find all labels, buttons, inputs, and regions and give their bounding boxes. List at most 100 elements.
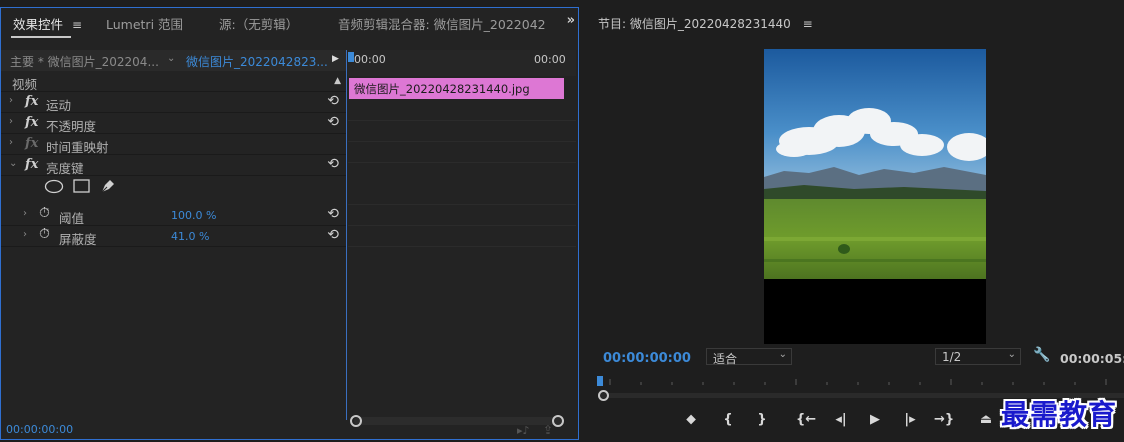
wrench-icon[interactable]: 🔧 xyxy=(1033,347,1050,363)
effect-row-luma-key[interactable]: ⌄ fx 亮度键 ⟲ xyxy=(1,155,347,176)
sequence-clip-label[interactable]: 微信图片_2022042823... xyxy=(186,53,328,70)
pen-mask-icon[interactable] xyxy=(99,178,116,195)
chevron-down-icon[interactable]: ⌄ xyxy=(9,158,17,169)
reset-icon[interactable]: ⟲ xyxy=(327,93,339,109)
mark-out-icon[interactable]: } xyxy=(752,412,772,427)
left-tab-bar: 效果控件 ≡ Lumetri 范围 源:（无剪辑） 音频剪辑混合器: 微信图片_… xyxy=(1,8,578,48)
effect-row-opacity[interactable]: › fx 不透明度 ⟲ xyxy=(1,113,347,134)
go-to-in-icon[interactable]: {← xyxy=(796,412,816,427)
effect-controls-panel: 效果控件 ≡ Lumetri 范围 源:（无剪辑） 音频剪辑混合器: 微信图片_… xyxy=(0,7,579,440)
program-title-label: 节目: 微信图片_20220428231440 xyxy=(598,17,791,31)
play-triangle-icon[interactable]: ▶ xyxy=(332,54,339,64)
chevron-right-icon[interactable]: › xyxy=(23,229,27,240)
track-divider xyxy=(348,162,576,163)
fx-icon: fx xyxy=(25,136,39,151)
tab-source[interactable]: 源:（无剪辑） xyxy=(219,14,298,33)
landscape-image xyxy=(764,49,986,344)
mark-in-icon[interactable]: { xyxy=(718,412,738,427)
fx-icon[interactable]: fx xyxy=(25,157,38,172)
effect-label: 亮度键 xyxy=(46,161,84,176)
panel-menu-icon[interactable]: ≡ xyxy=(72,18,82,32)
collapse-up-icon[interactable]: ▲ xyxy=(334,76,341,86)
reset-icon[interactable]: ⟲ xyxy=(327,206,339,222)
property-value[interactable]: 100.0 % xyxy=(171,209,216,222)
track-divider xyxy=(348,141,576,142)
video-section-header: 视频 ▲ xyxy=(1,71,347,92)
effect-controls-list: 主要 * 微信图片_202204... ⌄ 微信图片_2022042823...… xyxy=(1,50,347,430)
effect-label: 运动 xyxy=(46,98,72,113)
stopwatch-icon[interactable]: ⏱ xyxy=(39,205,50,221)
play-icon[interactable]: ▶ xyxy=(865,412,885,427)
reset-icon[interactable]: ⟲ xyxy=(327,156,339,172)
reset-icon[interactable]: ⟲ xyxy=(327,227,339,243)
chevron-down-icon[interactable]: ⌄ xyxy=(167,53,175,64)
zoom-handle-left[interactable] xyxy=(598,390,609,401)
timeline-zoom-scrollbar[interactable] xyxy=(354,417,564,425)
zoom-handle-right[interactable] xyxy=(552,415,564,427)
property-row-threshold[interactable]: › ⏱ 阈值 100.0 % ⟲ xyxy=(1,205,347,226)
property-row-cutoff[interactable]: › ⏱ 屏蔽度 41.0 % ⟲ xyxy=(1,226,347,247)
effect-label: 时间重映射 xyxy=(46,140,109,155)
reset-icon[interactable]: ⟲ xyxy=(327,114,339,130)
tab-audio-clip-mixer[interactable]: 音频剪辑混合器: 微信图片_2022042 xyxy=(338,14,546,33)
tab-effect-controls-label: 效果控件 xyxy=(13,17,64,32)
zoom-handle-left[interactable] xyxy=(350,415,362,427)
chevron-down-icon: ⌄ xyxy=(1007,349,1016,360)
filter-audio-icon[interactable]: ▸♪ xyxy=(517,424,530,437)
zoom-level-value: 适合 xyxy=(713,352,738,366)
master-clip-label[interactable]: 主要 * 微信图片_202204... xyxy=(10,53,159,70)
video-frame xyxy=(764,49,986,344)
video-section-label: 视频 xyxy=(12,77,38,92)
playhead-marker[interactable] xyxy=(597,376,603,386)
active-tab-indicator xyxy=(11,36,71,38)
track-divider xyxy=(348,120,576,121)
rectangle-mask-icon[interactable] xyxy=(73,179,90,194)
track-divider xyxy=(348,246,576,247)
track-divider xyxy=(348,204,576,205)
add-marker-icon[interactable]: ⬥ xyxy=(681,412,701,427)
program-monitor-title: 节目: 微信图片_20220428231440 ≡ xyxy=(598,15,813,32)
stopwatch-icon[interactable]: ⏱ xyxy=(39,226,50,242)
overflow-chevron-icon[interactable]: » xyxy=(567,13,575,28)
export-icon[interactable]: ⇪ xyxy=(543,423,553,437)
step-forward-icon[interactable]: |▸ xyxy=(900,412,920,427)
time-ruler[interactable]: 00:00 00:00 xyxy=(348,50,576,76)
resolution-value: 1/2 xyxy=(942,350,962,364)
tab-effect-controls[interactable]: 效果控件 ≡ xyxy=(13,14,82,33)
go-to-out-icon[interactable]: →} xyxy=(934,412,954,427)
mask-tools-row xyxy=(1,176,347,200)
program-monitor: 节目: 微信图片_20220428231440 ≡ 00:00:00:00 适合… xyxy=(584,7,1124,442)
effect-label: 不透明度 xyxy=(46,119,97,134)
clip-bar[interactable]: 微信图片_20220428231440.jpg xyxy=(349,78,564,99)
fx-icon[interactable]: fx xyxy=(25,94,38,109)
clip-bar-label: 微信图片_20220428231440.jpg xyxy=(354,82,530,96)
effect-row-motion[interactable]: › fx 运动 ⟲ xyxy=(1,92,347,113)
source-row: 主要 * 微信图片_202204... ⌄ 微信图片_2022042823...… xyxy=(1,50,347,71)
property-value[interactable]: 41.0 % xyxy=(171,230,209,243)
resolution-dropdown[interactable]: 1/2 ⌄ xyxy=(935,348,1021,365)
property-label: 屏蔽度 xyxy=(59,232,97,247)
chevron-down-icon: ⌄ xyxy=(778,349,787,360)
effect-timeline: 00:00 00:00 微信图片_20220428231440.jpg xyxy=(348,50,576,427)
chevron-right-icon[interactable]: › xyxy=(9,116,13,127)
playhead-line xyxy=(346,50,347,420)
effect-row-time-remap[interactable]: › fx 时间重映射 xyxy=(1,134,347,155)
tab-lumetri-scopes[interactable]: Lumetri 范围 xyxy=(106,14,183,33)
track-divider xyxy=(348,225,576,226)
timeline-end-time: 00:00 xyxy=(534,53,566,66)
fx-icon[interactable]: fx xyxy=(25,115,38,130)
chevron-right-icon[interactable]: › xyxy=(23,208,27,219)
watermark-logo: 最需教育 xyxy=(1001,398,1118,431)
timeline-start-time: 00:00 xyxy=(354,53,386,66)
chevron-right-icon[interactable]: › xyxy=(9,137,13,148)
playhead-timecode[interactable]: 00:00:00:00 xyxy=(603,351,691,366)
chevron-right-icon[interactable]: › xyxy=(9,95,13,106)
duration-timecode: 00:00:05:0 xyxy=(1060,351,1124,366)
ellipse-mask-icon[interactable] xyxy=(44,179,64,194)
current-timecode[interactable]: 00:00:00:00 xyxy=(6,423,73,436)
lift-icon[interactable]: ⏏ xyxy=(976,412,996,427)
panel-menu-icon[interactable]: ≡ xyxy=(803,17,813,31)
step-back-icon[interactable]: ◂| xyxy=(831,412,851,427)
property-label: 阈值 xyxy=(59,211,85,226)
zoom-level-dropdown[interactable]: 适合 ⌄ xyxy=(706,348,792,366)
